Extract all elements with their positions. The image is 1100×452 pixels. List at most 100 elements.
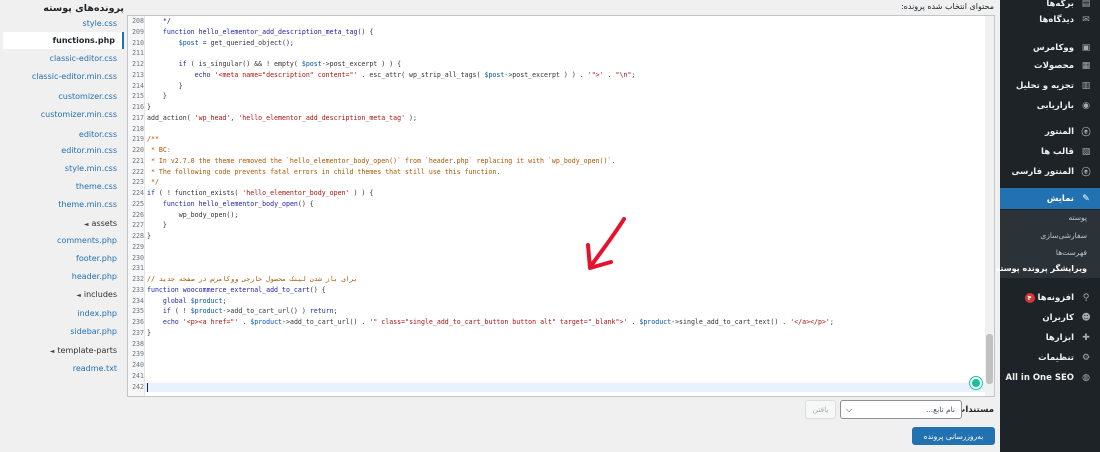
update-file-button[interactable]: به‌روزرسانی پرونده — [912, 427, 995, 445]
code-token: if — [178, 60, 187, 68]
code-line: // برای باز شدن لینک محصول خارجی ووکامرس… — [147, 275, 357, 283]
code-editor[interactable]: 208 209 210 211 212 213 214 215 216 217 218 219 220 2… — [127, 15, 995, 397]
sidebar-item-users[interactable]: ☻ کاربران — [1000, 307, 1100, 328]
code-line: } — [147, 221, 167, 229]
code-line: * BC: — [147, 146, 171, 154]
code-token: // برای باز شدن لینک محصول خارجی ووکامرس… — [147, 275, 358, 283]
sidebar-item-label: All in One SEO — [1005, 372, 1074, 383]
sidebar-item-marketing[interactable]: ◉ بازاریابی — [1000, 95, 1100, 116]
file-item[interactable]: sidebar.php — [70, 327, 117, 336]
folder-item[interactable]: ◄ template-parts — [50, 346, 117, 355]
line-number: 228 — [132, 232, 144, 240]
chevron-down-icon: ⌵ — [846, 405, 853, 414]
selected-file-content-label: محتوای انتخاب شده پرونده: — [900, 2, 994, 11]
appearance-icon: ✎ — [1082, 193, 1090, 204]
sidebar-item-templates[interactable]: ▧ قالب ها — [1000, 141, 1100, 162]
code-token: '" class="single_add_to_cart_button butt… — [369, 318, 628, 326]
file-item[interactable]: customizer.css — [58, 92, 117, 101]
folder-item[interactable]: ◄ includes — [76, 290, 117, 299]
submenu-item[interactable]: سفارشی‌سازی — [1000, 231, 1100, 240]
sidebar-item-elementor-persian[interactable]: ⓔ المنتور فارسی — [1000, 161, 1100, 182]
sidebar-item-tools[interactable]: ✚ ابزارها — [1000, 327, 1100, 348]
code-line: function hello_elementor_body_open() { — [147, 200, 314, 208]
file-item[interactable]: style.min.css — [65, 164, 117, 173]
code-token: global — [162, 296, 187, 305]
sidebar-item-label: نمایش — [1046, 193, 1074, 204]
plugins-icon: ⚲ — [1082, 292, 1090, 303]
file-item[interactable]: header.php — [72, 272, 117, 281]
code-token: '<meta name="description" content="' — [214, 70, 358, 79]
file-item[interactable]: readme.txt — [73, 364, 117, 373]
function-select-placeholder: نام تابع... — [925, 405, 955, 414]
sidebar-item-label: بازاریابی — [1036, 100, 1074, 111]
line-number: 236 — [132, 318, 144, 326]
folder-item[interactable]: ◄ assets — [84, 219, 117, 228]
code-token: ( ! — [170, 307, 191, 316]
code-line: /** — [147, 135, 159, 143]
file-item[interactable]: style.css — [83, 19, 117, 28]
line-number-gutter: 208 209 210 211 212 213 214 215 216 217 218 219 220 2… — [128, 16, 145, 396]
file-item[interactable]: editor.min.css — [61, 146, 117, 155]
grammarly-icon[interactable] — [970, 377, 982, 389]
file-item[interactable]: customizer.min.css — [41, 110, 117, 119]
line-number: 229 — [132, 242, 144, 251]
code-token: ; — [222, 296, 227, 305]
code-token: } — [147, 103, 151, 111]
file-item[interactable]: footer.php — [76, 254, 117, 263]
line-number: 233 — [132, 285, 144, 294]
line-number: 238 — [132, 339, 144, 348]
code-token: } — [147, 328, 151, 337]
sidebar-item-products[interactable]: ▦ محصولات — [1000, 55, 1100, 76]
line-number: 230 — [132, 253, 144, 262]
lookup-button[interactable]: یافتن — [805, 400, 836, 419]
submenu-item[interactable]: پوسته — [1000, 213, 1100, 222]
code-line: echo '<meta name="description" content="… — [147, 70, 636, 79]
sidebar-item-elementor[interactable]: ⓔ المنتور — [1000, 121, 1100, 142]
code-token: = get_queried_object(); — [198, 38, 294, 47]
submenu-item[interactable]: فهرست‌ها — [1000, 248, 1100, 257]
line-number: 218 — [132, 124, 144, 133]
file-item[interactable]: classic-editor.css — [50, 54, 117, 63]
line-number: 237 — [132, 328, 144, 337]
editor-scrollbar[interactable] — [985, 16, 994, 396]
line-number: 239 — [132, 350, 144, 359]
file-item[interactable]: theme.css — [76, 182, 117, 191]
code-token: 'hello_elementor_add_description_meta_ta… — [238, 113, 406, 122]
file-item[interactable]: theme.min.css — [58, 200, 117, 209]
sidebar-item-analytics[interactable]: ▥ تجزیه و تحلیل — [1000, 75, 1100, 96]
file-item[interactable]: classic-editor.min.css — [32, 72, 117, 81]
sidebar-item-appearance[interactable]: ✎ نمایش — [1000, 188, 1100, 209]
elementor-persian-icon: ⓔ — [1081, 168, 1091, 178]
code-token: '</a></p>' — [790, 318, 830, 326]
sidebar-item-label: محصولات — [1034, 60, 1074, 71]
function-name-select[interactable]: نام تابع... ⌵ — [840, 400, 962, 419]
sidebar-item-settings[interactable]: ⚙ تنظیمات — [1000, 347, 1100, 368]
line-number: 232 — [132, 275, 144, 283]
sidebar-item-comments[interactable]: ✉ دیدگاه‌ها — [1000, 9, 1100, 30]
code-token: /** — [147, 135, 159, 144]
file-item[interactable]: comments.php — [57, 236, 117, 245]
code-token: ; — [631, 70, 636, 79]
code-token: wp_body_open(); — [147, 210, 239, 219]
submenu-item-theme-file-editor[interactable]: ویرایشگر پرونده پوسته — [996, 264, 1100, 273]
settings-icon: ⚙ — [1081, 352, 1091, 363]
sidebar-item-label: المنتور — [1045, 126, 1074, 137]
code-token: '">' — [587, 70, 604, 79]
editor-scrollbar-thumb[interactable] — [986, 334, 993, 384]
code-token: function — [147, 285, 179, 294]
code-token: hello_elementor_body_open — [198, 199, 298, 208]
sidebar-item-plugins[interactable]: ⚲ افزونه‌ها ۴ — [1000, 287, 1100, 308]
sidebar-item-seo[interactable]: ◍ All in One SEO — [1000, 367, 1100, 388]
line-number: 225 — [132, 199, 144, 208]
file-item[interactable]: index.php — [77, 309, 117, 318]
code-token: ; — [333, 307, 338, 316]
sidebar-item-label: برگه‌ها — [1046, 0, 1074, 9]
code-token: 'wp_head' — [194, 113, 231, 122]
file-item[interactable]: editor.css — [79, 130, 117, 139]
woocommerce-icon: ▣ — [1081, 42, 1091, 53]
code-token: * In v2.7.0 the theme removed the `hello… — [147, 156, 616, 165]
file-item-current[interactable]: functions.php — [3, 32, 124, 49]
